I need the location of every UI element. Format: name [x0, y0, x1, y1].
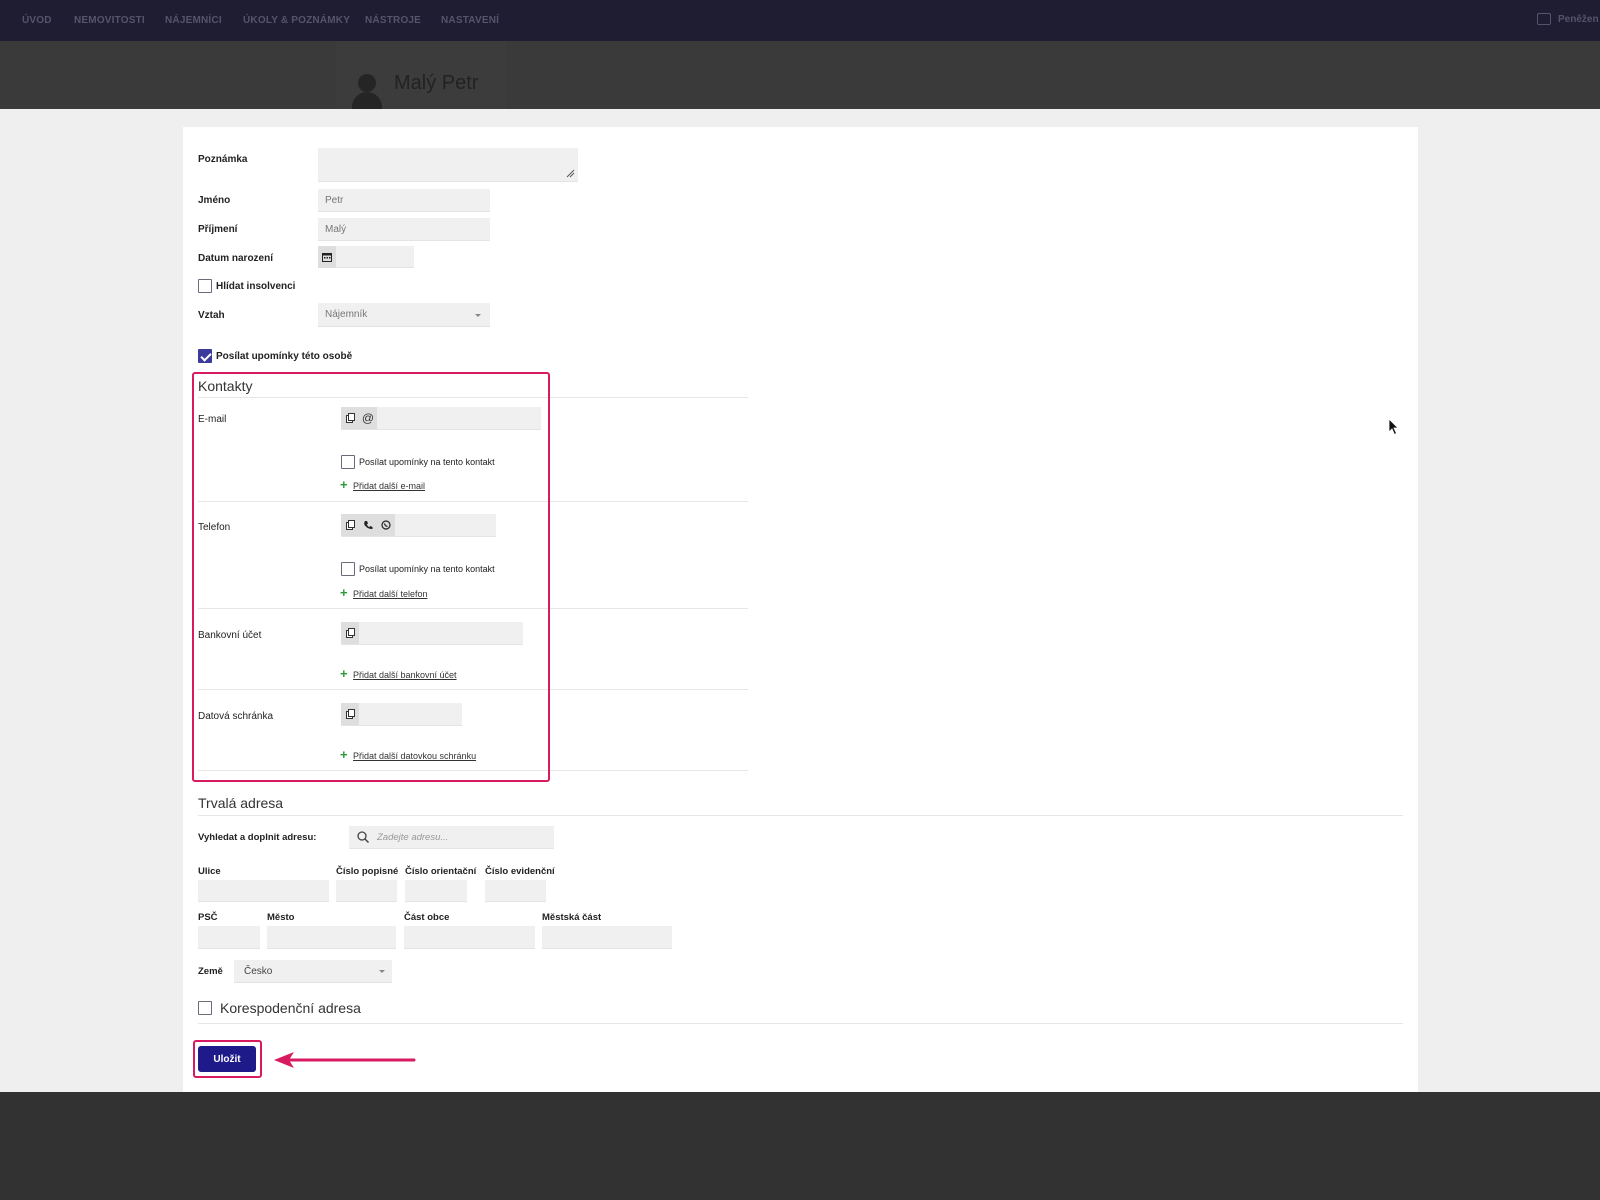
nav-item-tenants[interactable]: NÁJEMNÍCI	[165, 15, 222, 26]
country-label: Země	[198, 966, 223, 977]
correspondence-address-checkbox[interactable]	[198, 1001, 212, 1015]
top-navigation: ÚVOD NEMOVITOSTI NÁJEMNÍCI ÚKOLY & POZNÁ…	[0, 0, 1600, 41]
mouse-cursor-icon	[1388, 418, 1399, 436]
last-name-field[interactable]: Malý	[318, 218, 490, 241]
insolvency-label: Hlídat insolvenci	[216, 281, 296, 292]
address-search-field[interactable]: Zadejte adresu...	[349, 826, 554, 849]
calendar-icon[interactable]	[318, 245, 336, 268]
street-field[interactable]	[198, 880, 329, 902]
street-label: Ulice	[198, 866, 221, 877]
last-name-label: Příjmení	[198, 224, 238, 235]
page-header-band	[0, 41, 1600, 109]
nav-item-home[interactable]: ÚVOD	[22, 15, 52, 26]
city-part-field[interactable]	[404, 926, 535, 949]
house-number-label: Číslo popisné	[336, 866, 399, 877]
first-name-label: Jméno	[198, 195, 231, 206]
city-field[interactable]	[267, 926, 396, 949]
nav-item-settings[interactable]: NASTAVENÍ	[441, 15, 499, 26]
zip-field[interactable]	[198, 926, 260, 949]
contacts-highlight-frame	[192, 372, 550, 782]
orientation-number-label: Číslo orientační	[405, 866, 477, 877]
orientation-number-field[interactable]	[405, 880, 467, 902]
birth-date-field[interactable]	[318, 245, 414, 268]
chevron-down-icon	[379, 970, 385, 973]
note-label: Poznámka	[198, 154, 248, 165]
send-reminders-label: Posílat upomínky této osobě	[216, 351, 353, 362]
save-button[interactable]: Uložit	[198, 1046, 256, 1072]
relation-label: Vztah	[198, 310, 225, 321]
relation-select[interactable]: Nájemník	[318, 303, 490, 327]
wallet-label[interactable]: Peněžen	[1558, 14, 1599, 25]
correspondence-address-label: Korespodenční adresa	[220, 1000, 361, 1016]
divider	[198, 1023, 1403, 1024]
search-icon	[357, 831, 369, 843]
avatar	[352, 74, 382, 109]
district-label: Městská část	[542, 912, 602, 923]
house-number-field[interactable]	[336, 880, 397, 902]
wallet-icon[interactable]	[1537, 13, 1551, 25]
resize-handle-icon[interactable]	[566, 169, 575, 178]
relation-value: Nájemník	[325, 309, 368, 320]
city-label: Město	[267, 912, 295, 923]
note-textarea[interactable]	[318, 148, 578, 182]
divider	[198, 815, 1403, 816]
zip-label: PSČ	[198, 912, 218, 923]
nav-item-tasks[interactable]: ÚKOLY & POZNÁMKY	[243, 15, 350, 26]
country-value: Česko	[244, 965, 273, 977]
chevron-down-icon	[475, 314, 481, 317]
country-select[interactable]: Česko	[234, 960, 392, 983]
evidence-number-label: Číslo evidenční	[485, 866, 555, 877]
evidence-number-field[interactable]	[485, 880, 546, 902]
nav-item-tools[interactable]: NÁSTROJE	[365, 15, 421, 26]
address-search-label: Vyhledat a doplnit adresu:	[198, 832, 317, 843]
nav-item-properties[interactable]: NEMOVITOSTI	[74, 15, 145, 26]
insolvency-checkbox[interactable]	[198, 279, 212, 293]
city-part-label: Část obce	[404, 912, 450, 923]
arrow-annotation	[274, 1052, 416, 1068]
first-name-field[interactable]: Petr	[318, 189, 490, 212]
birth-date-label: Datum narození	[198, 253, 274, 264]
page-title: Malý Petr	[394, 72, 479, 94]
district-field[interactable]	[542, 926, 672, 949]
address-search-placeholder: Zadejte adresu...	[377, 831, 449, 843]
send-reminders-checkbox[interactable]	[198, 349, 212, 363]
address-title: Trvalá adresa	[198, 795, 284, 811]
